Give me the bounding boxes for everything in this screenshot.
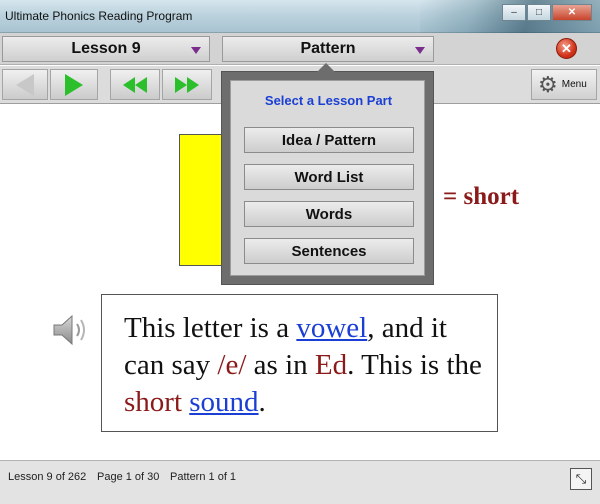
previous-button[interactable]	[2, 69, 48, 100]
play-button[interactable]	[50, 69, 98, 100]
equals-short-label: = short	[443, 183, 520, 210]
lesson-selector-label: Lesson 9	[71, 40, 141, 57]
lesson-text-box: This letter is a vowel, and it can say /…	[101, 294, 498, 432]
lesson-count: Lesson 9 of 262	[8, 471, 87, 483]
lesson-selector[interactable]: Lesson 9	[2, 36, 210, 62]
menu-button-label: Menu	[561, 79, 587, 90]
chevron-down-icon	[191, 47, 201, 54]
maximize-button[interactable]: □	[527, 4, 551, 21]
window-close-button[interactable]: ✕	[552, 4, 592, 21]
speaker-icon[interactable]	[52, 313, 92, 347]
fast-forward-icon	[175, 76, 199, 93]
text-segment: .	[258, 386, 266, 418]
sound-e-text: /e/	[217, 349, 247, 381]
status-bar: Lesson 9 of 262 Page 1 of 30 Pattern 1 o…	[0, 460, 600, 504]
menu-item-idea-pattern[interactable]: Idea / Pattern	[244, 127, 414, 153]
close-lesson-button[interactable]: ✕	[556, 38, 577, 59]
play-icon	[65, 73, 83, 96]
dropdown-caret	[317, 63, 335, 72]
page-count: Page 1 of 30	[97, 471, 160, 483]
window-titlebar: Ultimate Phonics Reading Program – □ ✕	[0, 0, 600, 33]
arrow-left-icon	[16, 73, 34, 96]
expand-icon: ⤡	[575, 471, 587, 486]
dropdown-panel: Select a Lesson Part Idea / Pattern Word…	[230, 80, 425, 276]
short-text: short	[124, 386, 182, 418]
menu-item-word-list[interactable]: Word List	[244, 164, 414, 190]
example-word-ed: Ed	[314, 349, 348, 381]
fast-forward-button[interactable]	[162, 69, 212, 100]
rewind-icon	[123, 76, 147, 93]
menu-button[interactable]: ⚙ Menu	[531, 69, 597, 100]
rewind-button[interactable]	[110, 69, 160, 100]
menu-item-sentences[interactable]: Sentences	[244, 238, 414, 264]
text-segment: . This is the	[347, 349, 482, 381]
expand-button[interactable]: ⤡	[570, 468, 592, 490]
text-segment: as in	[246, 349, 315, 381]
chevron-down-icon	[415, 47, 425, 54]
menu-item-words[interactable]: Words	[244, 201, 414, 227]
gear-icon: ⚙	[538, 71, 558, 97]
pattern-count: Pattern 1 of 1	[170, 471, 237, 483]
vowel-link[interactable]: vowel	[296, 312, 367, 344]
pattern-selector[interactable]: Pattern	[222, 36, 434, 62]
lesson-bar: Lesson 9 Pattern	[0, 33, 600, 65]
lesson-part-dropdown: Select a Lesson Part Idea / Pattern Word…	[221, 63, 434, 285]
window-title: Ultimate Phonics Reading Program	[5, 9, 193, 23]
sound-link[interactable]: sound	[189, 386, 258, 418]
dropdown-title: Select a Lesson Part	[264, 93, 393, 108]
window-controls: – □ ✕	[501, 4, 592, 21]
minimize-button[interactable]: –	[502, 4, 526, 21]
letter-card	[179, 134, 227, 266]
text-segment: This letter is a	[124, 312, 297, 344]
pattern-selector-label: Pattern	[300, 40, 356, 57]
